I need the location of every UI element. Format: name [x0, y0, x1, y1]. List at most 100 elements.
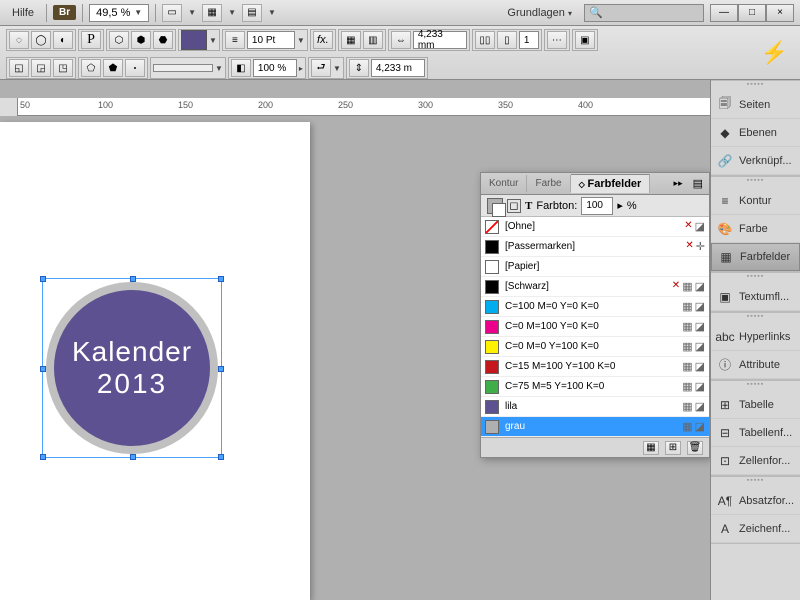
swatch-name: C=15 M=100 Y=100 K=0 — [505, 361, 676, 372]
selection-handle[interactable] — [130, 454, 136, 460]
panel-menu-icon[interactable]: ▤ — [687, 177, 709, 190]
swatch-name: C=100 M=0 Y=0 K=0 — [505, 301, 676, 312]
hyperlinks-icon: abc — [717, 329, 733, 345]
tool-icon[interactable]: ◌ — [9, 31, 29, 49]
panel-tabellenformate[interactable]: ⊟Tabellenf... — [711, 419, 800, 447]
zoom-value: 49,5 % — [96, 7, 130, 19]
swatch-row[interactable]: [Ohne]✕◪ — [481, 217, 709, 237]
swatch-name: [Papier] — [505, 261, 699, 272]
tool-icon[interactable]: ⬡ — [109, 31, 129, 49]
maximize-button[interactable]: □ — [738, 4, 766, 22]
selection-handle[interactable] — [40, 454, 46, 460]
tool-icon[interactable]: ⬢ — [131, 31, 151, 49]
wrap-button[interactable]: ⮐ — [311, 59, 331, 77]
selection-handle[interactable] — [218, 366, 224, 372]
swatch-chip — [485, 320, 499, 334]
char-format-button[interactable]: P — [81, 31, 101, 49]
tool-icon[interactable]: ◳ — [53, 59, 73, 77]
arrange-button[interactable]: ▦ — [202, 4, 222, 22]
panel-absatzformate[interactable]: A¶Absatzfor... — [711, 487, 800, 515]
tool-icon[interactable]: ⬣ — [153, 31, 173, 49]
swatch-row[interactable]: [Papier] — [481, 257, 709, 277]
panel-verknuepfungen[interactable]: 🔗Verknüpf... — [711, 147, 800, 175]
new-swatch-button[interactable]: ⊞ — [665, 441, 681, 455]
swatch-row[interactable]: C=0 M=100 Y=0 K=0▦◪ — [481, 317, 709, 337]
align-button[interactable]: ▥ — [363, 31, 383, 49]
tool-icon[interactable]: ◯ — [31, 31, 51, 49]
align-button[interactable]: ▦ — [341, 31, 361, 49]
selection-handle[interactable] — [218, 276, 224, 282]
panel-zellenformate[interactable]: ⊡Zellenfor... — [711, 447, 800, 475]
swatch-flags: ▦◪ — [682, 340, 705, 353]
search-input[interactable]: 🔍 — [584, 4, 704, 22]
tool-icon[interactable]: ⬠ — [81, 59, 101, 77]
selection-box[interactable] — [42, 278, 222, 458]
panel-attribute[interactable]: ⓘAttribute — [711, 351, 800, 379]
close-button[interactable]: × — [766, 4, 794, 22]
selection-handle[interactable] — [40, 366, 46, 372]
text-icon[interactable]: T — [525, 200, 532, 212]
swatch-row[interactable]: C=75 M=5 Y=100 K=0▦◪ — [481, 377, 709, 397]
swatch-name: [Passermarken] — [505, 241, 679, 252]
columns-input[interactable]: 1 — [519, 31, 539, 49]
width-input[interactable]: 4,233 mm — [413, 31, 467, 49]
panel-farbfelder[interactable]: ▦Farbfelder — [711, 243, 800, 271]
swatch-row[interactable]: lila▦◪ — [481, 397, 709, 417]
minimize-button[interactable]: — — [710, 4, 738, 22]
container-icon[interactable]: ◻ — [507, 199, 521, 213]
swatch-flags: ✕✛ — [685, 240, 705, 253]
zoom-dropdown[interactable]: 49,5 %▼ — [89, 4, 149, 22]
tool-icon[interactable]: ⬟ — [103, 59, 123, 77]
tab-kontur[interactable]: Kontur — [481, 175, 527, 192]
attributes-icon: ⓘ — [717, 357, 733, 373]
fx-button[interactable]: fx. — [313, 31, 333, 49]
panel-kontur[interactable]: ≡Kontur — [711, 187, 800, 215]
tool-icon[interactable]: ◲ — [31, 59, 51, 77]
menu-help[interactable]: Hilfe — [6, 5, 40, 21]
selection-handle[interactable] — [40, 276, 46, 282]
tool-icon[interactable]: ⬞ — [125, 59, 145, 77]
delete-swatch-button[interactable]: 🗑 — [687, 441, 703, 455]
stroke-weight-input[interactable]: 10 Pt — [247, 31, 295, 49]
panel-ebenen[interactable]: ◆Ebenen — [711, 119, 800, 147]
workspace-dropdown[interactable]: Grundlagen ▾ — [501, 5, 578, 21]
panel-collapse-icon[interactable]: ▸▸ — [670, 178, 687, 189]
swatch-row[interactable]: grau▦◪ — [481, 417, 709, 437]
swatch-name: grau — [505, 421, 676, 432]
tool-icon[interactable]: ◱ — [9, 59, 29, 77]
screen-mode-button[interactable]: ▭ — [162, 4, 182, 22]
stroke-style-button[interactable]: ≡ — [225, 31, 245, 49]
tool-icon[interactable]: ◐ — [53, 31, 73, 49]
swatch-row[interactable]: [Passermarken] ✕✛ — [481, 237, 709, 257]
tab-farbe[interactable]: Farbe — [527, 175, 570, 192]
swatch-row[interactable]: C=0 M=0 Y=100 K=0▦◪ — [481, 337, 709, 357]
fill-proxy[interactable] — [487, 198, 503, 214]
panel-farbe[interactable]: 🎨Farbe — [711, 215, 800, 243]
options-button[interactable]: ⋯ — [547, 31, 567, 49]
panel-seiten[interactable]: 🗐Seiten — [711, 91, 800, 119]
tint-slider-icon[interactable]: ▸ — [617, 199, 623, 212]
quick-apply-icon[interactable]: ⚡ — [761, 40, 788, 66]
fill-stroke-swatch[interactable] — [181, 30, 207, 50]
view-options-button[interactable]: ▤ — [242, 4, 262, 22]
swatch-row[interactable]: C=100 M=0 Y=0 K=0▦◪ — [481, 297, 709, 317]
swatch-row[interactable]: C=15 M=100 Y=100 K=0▦◪ — [481, 357, 709, 377]
tab-farbfelder[interactable]: ◇ Farbfelder — [571, 174, 651, 193]
cellstyles-icon: ⊡ — [717, 453, 733, 469]
opacity-input[interactable]: 100 % — [253, 59, 297, 77]
panel-hyperlinks[interactable]: abcHyperlinks — [711, 323, 800, 351]
show-swatches-button[interactable]: ▦ — [643, 441, 659, 455]
panel-textumfluss[interactable]: ▣Textumfl... — [711, 283, 800, 311]
tint-input[interactable]: 100 — [581, 197, 613, 215]
swatch-row[interactable]: [Schwarz]✕▦◪ — [481, 277, 709, 297]
height-input[interactable]: 4,233 m — [371, 59, 425, 77]
selection-handle[interactable] — [218, 454, 224, 460]
tint-label: Farbton: — [536, 200, 577, 212]
bridge-badge[interactable]: Br — [53, 5, 76, 20]
frame-button[interactable]: ▣ — [575, 31, 595, 49]
panel-tabelle[interactable]: ⊞Tabelle — [711, 391, 800, 419]
stroke-line[interactable] — [153, 64, 213, 72]
side-panel-dock: ▪▪▪▪▪ 🗐Seiten ◆Ebenen 🔗Verknüpf... ▪▪▪▪▪… — [710, 80, 800, 600]
panel-zeichenformate[interactable]: AZeichenf... — [711, 515, 800, 543]
selection-handle[interactable] — [130, 276, 136, 282]
